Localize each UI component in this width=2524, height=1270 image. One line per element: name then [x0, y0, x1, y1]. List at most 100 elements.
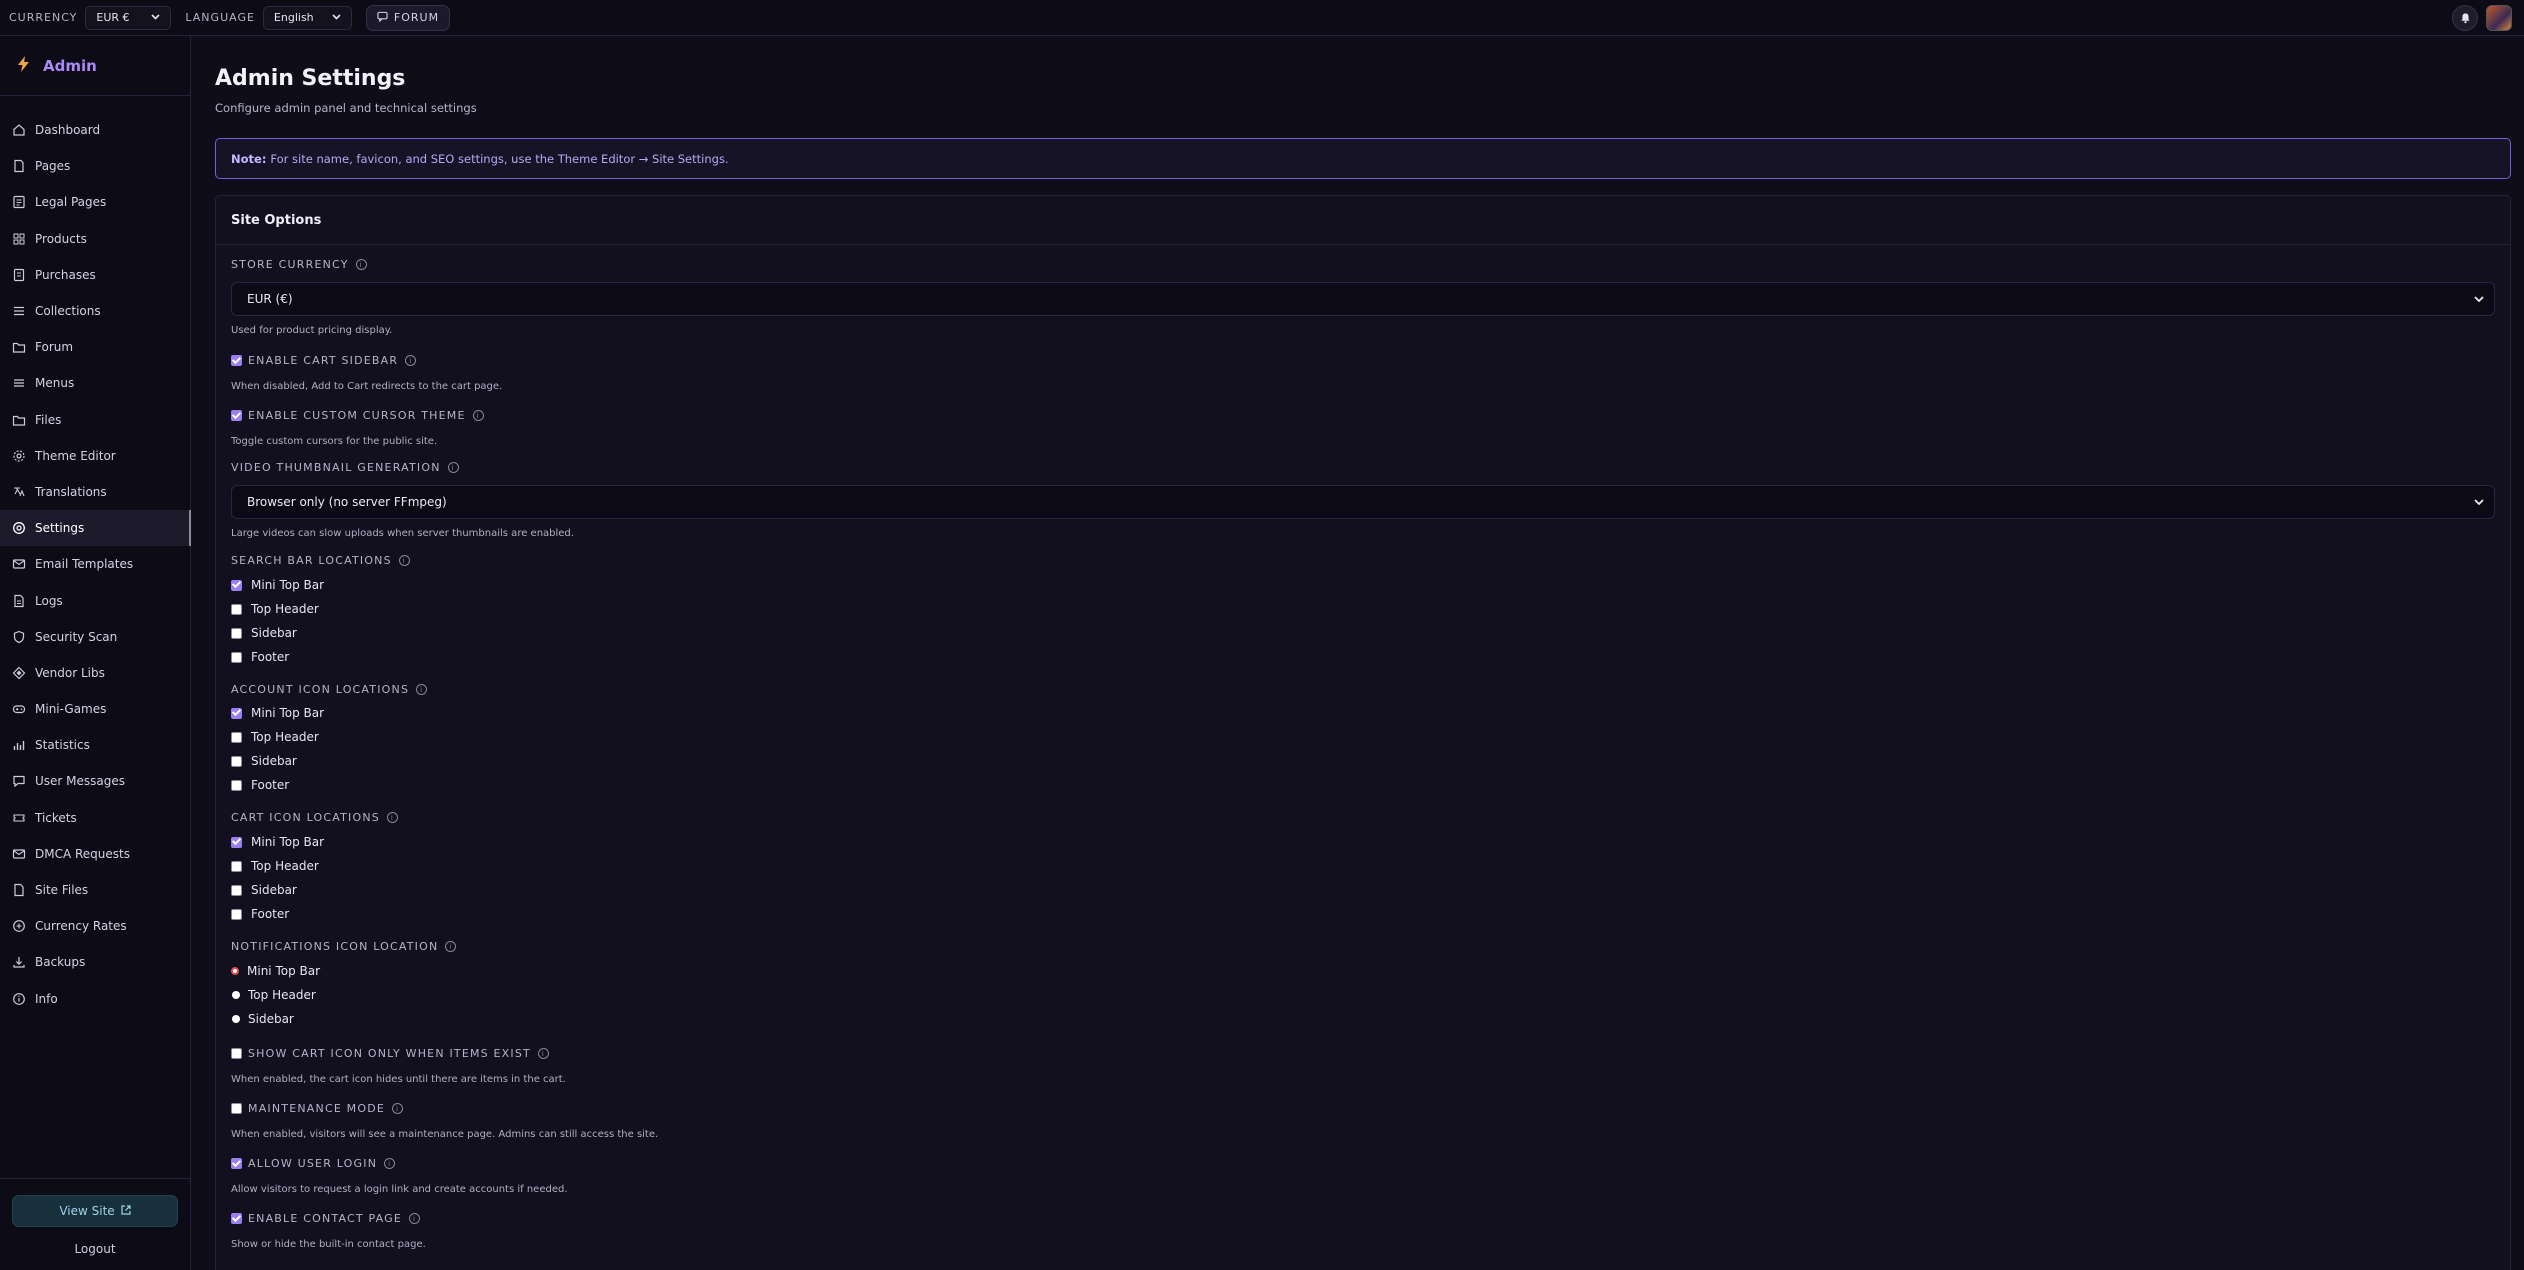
- avatar[interactable]: [2486, 5, 2512, 31]
- option-row[interactable]: Footer: [231, 902, 2495, 926]
- sidebar-item-theme-editor[interactable]: Theme Editor: [0, 438, 190, 474]
- info-icon[interactable]: i: [537, 1048, 549, 1059]
- sidebar-item-products[interactable]: Products: [0, 221, 190, 257]
- sidebar-item-dmca-requests[interactable]: DMCA Requests: [0, 836, 190, 872]
- store-currency-select[interactable]: EUR (€): [231, 282, 2495, 316]
- user-login-help: Allow visitors to request a login link a…: [231, 1184, 568, 1195]
- option-label: Footer: [251, 778, 290, 792]
- option-row[interactable]: Mini Top Bar: [231, 959, 2495, 983]
- cart-icon-options: Mini Top Bar Top Header Sidebar Footer: [231, 830, 2495, 926]
- menu-icon: [12, 376, 26, 390]
- download-icon: [12, 955, 26, 969]
- checkbox[interactable]: [231, 755, 242, 767]
- info-icon[interactable]: i: [386, 812, 398, 823]
- sidebar-item-info[interactable]: Info: [0, 981, 190, 1017]
- contact-page-checkbox[interactable]: [231, 1213, 242, 1224]
- sidebar-item-mini-games[interactable]: Mini-Games: [0, 691, 190, 727]
- checkbox[interactable]: [231, 779, 242, 791]
- maintenance-help: When enabled, visitors will see a mainte…: [231, 1129, 659, 1140]
- sidebar-item-currency-rates[interactable]: Currency Rates: [0, 908, 190, 944]
- sidebar-item-label: Dashboard: [35, 123, 101, 138]
- store-currency-help: Used for product pricing display.: [231, 325, 393, 336]
- video-thumb-select[interactable]: Browser only (no server FFmpeg): [231, 485, 2495, 519]
- info-icon[interactable]: i: [445, 941, 457, 952]
- option-row[interactable]: Mini Top Bar: [231, 573, 2495, 597]
- main-content: Admin Settings Configure admin panel and…: [215, 36, 2511, 1270]
- option-row[interactable]: Sidebar: [231, 749, 2495, 773]
- info-icon[interactable]: i: [409, 1213, 421, 1224]
- radio-button[interactable]: [231, 967, 239, 975]
- info-icon[interactable]: i: [392, 1103, 404, 1114]
- sidebar-item-vendor-libs[interactable]: Vendor Libs: [0, 655, 190, 691]
- home-icon: [12, 123, 26, 137]
- option-row[interactable]: Sidebar: [231, 1007, 2495, 1031]
- logout-link[interactable]: Logout: [12, 1242, 178, 1260]
- sidebar-item-purchases[interactable]: Purchases: [0, 257, 190, 293]
- checkbox[interactable]: [231, 884, 242, 896]
- currency-select[interactable]: EUR €: [85, 5, 172, 30]
- radio-button[interactable]: [232, 991, 240, 999]
- sidebar-item-files[interactable]: Files: [0, 402, 190, 438]
- sidebar-item-collections[interactable]: Collections: [0, 293, 190, 329]
- cart-sidebar-checkbox[interactable]: [231, 355, 242, 366]
- sidebar-item-translations[interactable]: Translations: [0, 474, 190, 510]
- forum-button[interactable]: FORUM: [365, 4, 451, 31]
- sidebar-item-site-files[interactable]: Site Files: [0, 872, 190, 908]
- sidebar-item-security-scan[interactable]: Security Scan: [0, 619, 190, 655]
- option-row[interactable]: Top Header: [231, 725, 2495, 749]
- maintenance-checkbox[interactable]: [231, 1103, 242, 1114]
- checkbox[interactable]: [231, 707, 242, 719]
- shield-icon: [12, 630, 26, 644]
- option-row[interactable]: Sidebar: [231, 878, 2495, 902]
- sidebar-item-menus[interactable]: Menus: [0, 365, 190, 401]
- cursor-theme-checkbox[interactable]: [231, 410, 242, 421]
- notifications-button[interactable]: [2452, 5, 2478, 31]
- sidebar-item-legal-pages[interactable]: Legal Pages: [0, 184, 190, 220]
- sidebar-item-user-messages[interactable]: User Messages: [0, 763, 190, 799]
- grid-icon: [12, 232, 26, 246]
- cart-only-checkbox[interactable]: [231, 1048, 242, 1059]
- user-login-checkbox[interactable]: [231, 1158, 242, 1169]
- info-icon[interactable]: i: [416, 684, 428, 695]
- option-row[interactable]: Top Header: [231, 983, 2495, 1007]
- checkbox[interactable]: [231, 731, 242, 743]
- sidebar-item-statistics[interactable]: Statistics: [0, 727, 190, 763]
- checkbox[interactable]: [231, 579, 242, 591]
- checkbox[interactable]: [231, 603, 242, 615]
- radio-button[interactable]: [232, 1015, 240, 1023]
- list-icon: [12, 304, 26, 318]
- sidebar-item-settings[interactable]: Settings: [0, 510, 191, 547]
- option-row[interactable]: Footer: [231, 773, 2495, 797]
- sidebar-item-logs[interactable]: Logs: [0, 582, 190, 618]
- sidebar-item-pages[interactable]: Pages: [0, 148, 190, 184]
- option-row[interactable]: Mini Top Bar: [231, 830, 2495, 854]
- option-row[interactable]: Top Header: [231, 597, 2495, 621]
- info-icon[interactable]: i: [384, 1158, 396, 1169]
- checkbox[interactable]: [231, 651, 242, 663]
- brand[interactable]: Admin: [0, 36, 190, 96]
- sidebar-item-forum[interactable]: Forum: [0, 329, 190, 365]
- info-icon[interactable]: i: [355, 259, 367, 270]
- checkbox[interactable]: [231, 860, 242, 872]
- option-row[interactable]: Sidebar: [231, 621, 2495, 645]
- sidebar-item-email-templates[interactable]: Email Templates: [0, 546, 190, 582]
- info-icon[interactable]: i: [405, 355, 417, 366]
- sidebar-item-dashboard[interactable]: Dashboard: [0, 112, 190, 148]
- view-site-button[interactable]: View Site: [12, 1195, 178, 1227]
- checkbox[interactable]: [231, 908, 242, 920]
- sidebar-item-backups[interactable]: Backups: [0, 944, 190, 980]
- cart-only-label: SHOW CART ICON ONLY WHEN ITEMS EXIST: [248, 1047, 531, 1060]
- option-label: Sidebar: [248, 1012, 294, 1026]
- checkbox[interactable]: [231, 836, 242, 848]
- info-icon[interactable]: i: [398, 555, 410, 566]
- option-row[interactable]: Footer: [231, 645, 2495, 669]
- info-icon[interactable]: i: [447, 462, 459, 473]
- sidebar-item-label: Vendor Libs: [35, 665, 105, 680]
- checkbox[interactable]: [231, 627, 242, 639]
- language-select[interactable]: English: [262, 5, 352, 30]
- info-icon[interactable]: i: [472, 410, 484, 421]
- note-bold: Note:: [231, 151, 267, 166]
- option-row[interactable]: Mini Top Bar: [231, 701, 2495, 725]
- option-row[interactable]: Top Header: [231, 854, 2495, 878]
- sidebar-item-tickets[interactable]: Tickets: [0, 800, 190, 836]
